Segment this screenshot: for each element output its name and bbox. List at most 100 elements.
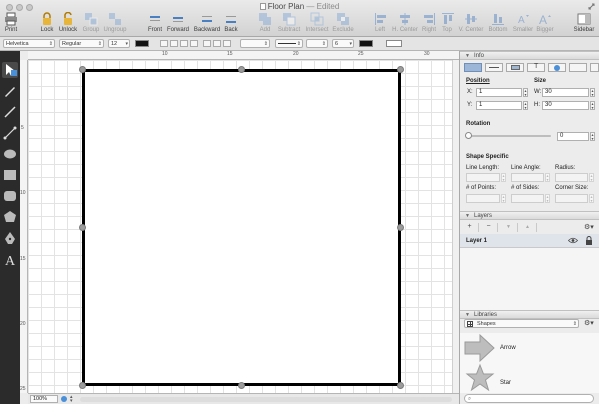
resize-handle[interactable] (238, 382, 245, 389)
layer-row[interactable]: Layer 1 (460, 234, 599, 248)
bring-to-front-button[interactable]: Front (146, 12, 164, 33)
add-shapes-button[interactable]: Add (258, 12, 272, 33)
valign-bottom-icon[interactable] (223, 40, 231, 47)
font-family-select[interactable]: Helvetica ⇕ (3, 39, 55, 48)
resize-handle[interactable] (397, 224, 404, 231)
tab-more[interactable] (590, 63, 599, 72)
height-field[interactable]: 30 (542, 101, 589, 110)
lock-icon[interactable] (585, 236, 593, 245)
valign-top-icon[interactable] (203, 40, 211, 47)
pen-tool[interactable] (2, 230, 18, 246)
stroke-width-select[interactable]: 6 ▾ (332, 39, 354, 48)
num-points-field[interactable] (466, 194, 500, 203)
exclude-shapes-button[interactable]: Exclude (332, 12, 354, 33)
resize-handle[interactable] (397, 382, 404, 389)
line-length-stepper[interactable]: ▴ ▾ (501, 173, 506, 182)
library-item[interactable]: Arrow (464, 333, 594, 363)
num-sides-field[interactable] (511, 194, 544, 203)
fullscreen-icon[interactable] (588, 3, 595, 10)
horizontal-scrollbar[interactable] (80, 397, 452, 402)
y-stepper[interactable]: ▴ ▾ (523, 101, 528, 110)
width-field[interactable]: 30 (542, 88, 589, 97)
line-style-select[interactable]: ⇕ (275, 39, 303, 48)
line-length-field[interactable] (466, 173, 500, 182)
corner-size-field[interactable] (555, 194, 588, 203)
unlock-button[interactable]: Unlock (58, 12, 78, 33)
align-text-center-icon[interactable] (170, 40, 178, 47)
align-left-button[interactable]: Left (374, 12, 386, 33)
subtract-shapes-button[interactable]: Subtract (276, 12, 302, 33)
rotation-field[interactable]: 0 (557, 132, 589, 141)
fill-style-select[interactable]: ⇕ (240, 39, 270, 48)
align-top-button[interactable]: Top (441, 12, 454, 33)
rectangle-tool[interactable] (2, 167, 18, 183)
resize-handle[interactable] (79, 382, 86, 389)
num-sides-stepper[interactable]: ▴ ▾ (545, 194, 550, 203)
tab-text[interactable]: T (527, 63, 545, 72)
bring-forward-button[interactable]: Forward (167, 12, 189, 33)
x-field[interactable]: 1 (476, 88, 522, 97)
tab-document[interactable] (569, 63, 587, 72)
align-text-justify-icon[interactable] (190, 40, 198, 47)
ungroup-button[interactable]: Ungroup (102, 12, 128, 33)
resize-handle[interactable] (238, 66, 245, 73)
resize-handle[interactable] (79, 66, 86, 73)
font-size-select[interactable]: 12 ▾ (108, 39, 130, 48)
x-stepper[interactable]: ▴ ▾ (523, 88, 528, 97)
floor-rectangle-shape[interactable] (82, 69, 401, 386)
stroke-color-well[interactable] (359, 40, 373, 47)
tab-fill[interactable] (506, 63, 524, 72)
ellipse-tool[interactable] (2, 146, 18, 162)
align-right-button[interactable]: Right (421, 12, 437, 33)
width-stepper[interactable]: ▴ ▾ (590, 88, 595, 97)
rotation-slider-knob[interactable] (465, 132, 472, 139)
tab-geometry[interactable] (464, 63, 482, 72)
library-item[interactable]: Star (464, 363, 594, 393)
align-bottom-button[interactable]: Bottom (487, 12, 509, 33)
print-button[interactable]: Print (3, 12, 19, 33)
library-search-input[interactable]: ⌕ (464, 394, 594, 403)
align-text-left-icon[interactable] (160, 40, 168, 47)
line-angle-field[interactable] (511, 173, 544, 182)
font-bigger-button[interactable]: A Bigger (536, 12, 554, 33)
layers-section-header[interactable]: ▼ Layers (460, 211, 599, 220)
zoom-select[interactable]: 100% (30, 395, 58, 403)
align-vcenter-button[interactable]: V. Center (458, 12, 484, 33)
remove-layer-button[interactable]: − (480, 223, 498, 232)
group-button[interactable]: Group (82, 12, 100, 33)
libraries-section-header[interactable]: ▼ Libraries (460, 310, 599, 319)
text-tool[interactable]: A (2, 251, 18, 269)
radius-field[interactable] (555, 173, 588, 182)
fill-color-well[interactable] (386, 40, 402, 47)
align-text-right-icon[interactable] (180, 40, 188, 47)
rotation-stepper[interactable]: ▴ ▾ (590, 132, 595, 141)
send-to-back-button[interactable]: Back (223, 12, 239, 33)
y-field[interactable]: 1 (476, 101, 522, 110)
align-hcenter-button[interactable]: H. Center (392, 12, 418, 33)
intersect-shapes-button[interactable]: Intersect (304, 12, 330, 33)
valign-middle-icon[interactable] (213, 40, 221, 47)
corner-size-stepper[interactable]: ▴ ▾ (589, 194, 594, 203)
library-settings-icon[interactable]: ⚙▾ (584, 319, 594, 327)
send-backward-button[interactable]: Backward (193, 12, 221, 33)
rotation-slider[interactable] (467, 135, 551, 137)
move-layer-up-button[interactable]: ▲ (519, 223, 537, 232)
tab-stroke[interactable] (485, 63, 503, 72)
library-select[interactable]: Shapes ⇕ (464, 319, 579, 328)
layer-settings-icon[interactable]: ⚙▾ (584, 223, 594, 231)
radius-stepper[interactable]: ▴ ▾ (589, 173, 594, 182)
sidebar-toggle-button[interactable]: Sidebar (573, 12, 595, 33)
font-smaller-button[interactable]: A Smaller (512, 12, 534, 33)
height-stepper[interactable]: ▴ ▾ (590, 101, 595, 110)
pencil-tool[interactable] (2, 83, 18, 99)
tab-shadow[interactable] (548, 63, 566, 72)
num-points-stepper[interactable]: ▴ ▾ (501, 194, 506, 203)
text-color-well[interactable] (135, 40, 149, 47)
resize-handle[interactable] (79, 224, 86, 231)
line-angle-stepper[interactable]: ▴ ▾ (545, 173, 550, 182)
add-layer-button[interactable]: + (461, 223, 479, 232)
lock-button[interactable]: Lock (39, 12, 55, 33)
resize-handle[interactable] (397, 66, 404, 73)
line-tool[interactable] (2, 104, 18, 120)
info-section-header[interactable]: ▼ Info (460, 51, 599, 60)
